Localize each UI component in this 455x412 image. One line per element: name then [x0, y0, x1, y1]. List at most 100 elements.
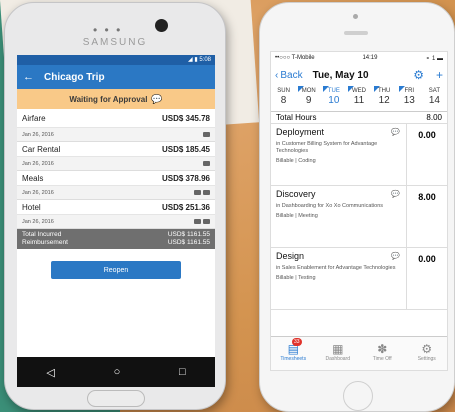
entry-hours[interactable]: 8.00 [407, 186, 447, 247]
iphone: ••○○○ T-Mobile 14:19 ⚬ 1 ▬ ‹ Back Tue, M… [259, 2, 455, 412]
day-sat[interactable]: SAT 14 [422, 86, 447, 111]
camera-icon [155, 19, 168, 32]
comment-icon[interactable]: 💬 [391, 190, 400, 198]
expense-date: Jan 26, 2016 [22, 131, 54, 138]
expense-amount: USD$ 185.45 [161, 144, 210, 154]
palm-tree-icon: ✽ [377, 342, 388, 356]
day-sun[interactable]: SUN 8 [271, 86, 296, 111]
day-thu[interactable]: THU 12 [372, 86, 397, 111]
expense-meta: Jan 26, 2016 [17, 157, 215, 171]
back-button[interactable]: ‹ Back [275, 70, 303, 81]
entry-tags: Billable | Testing [276, 275, 316, 281]
chat-icon[interactable]: 💬 [151, 94, 162, 105]
entry-name: Deployment [276, 127, 325, 137]
day-number: 13 [403, 95, 415, 106]
reimbursement-label: Reimbursement [22, 239, 68, 246]
recent-apps-icon[interactable]: □ [179, 366, 186, 378]
day-label: WED [351, 88, 366, 94]
time-entry[interactable]: Deployment in Customer Billing System fo… [271, 124, 447, 186]
expense-name: Airfare [22, 113, 46, 123]
day-wed[interactable]: WED 11 [346, 86, 371, 111]
signal-icon: ◢ ▮ [188, 57, 198, 63]
day-label: MON [301, 88, 316, 94]
time-entry[interactable]: Design in Sales Enablement for Advantage… [271, 248, 447, 310]
back-arrow-icon[interactable]: ← [23, 71, 34, 83]
expense-meta: Jan 26, 2016 [17, 186, 215, 200]
comment-icon[interactable]: 💬 [391, 252, 400, 260]
tab-bar: ▤ 33 Timesheets ▦ Dashboard ✽ Time Off ⚙… [271, 336, 448, 370]
day-mon[interactable]: MON 9 [296, 86, 321, 111]
banner-text: Waiting for Approval [69, 94, 148, 104]
day-fri[interactable]: FRI 13 [397, 86, 422, 111]
receipt-icon [203, 161, 210, 166]
comment-icon[interactable]: 💬 [391, 128, 400, 136]
entry-body: Design in Sales Enablement for Advantage… [271, 248, 407, 309]
expense-row[interactable]: Airfare USD$ 345.78 [17, 109, 215, 128]
total-incurred-value: USD$ 1161.55 [167, 231, 210, 238]
day-number: 10 [328, 95, 340, 106]
tab-label: Settings [417, 356, 436, 362]
day-number: 11 [353, 95, 365, 106]
total-hours-row: Total Hours 8.00 [271, 112, 447, 124]
expense-row[interactable]: Hotel USD$ 251.36 [17, 200, 215, 215]
speaker-grille [344, 31, 368, 35]
entry-name: Discovery [276, 189, 316, 199]
tab-label: Dashboard [325, 356, 350, 362]
time-entry[interactable]: Discovery in Dashboarding for Xo Xo Comm… [271, 186, 447, 248]
reopen-button[interactable]: Reopen [51, 261, 181, 279]
day-tue[interactable]: TUE 10 [321, 86, 346, 111]
expense-name: Hotel [22, 202, 41, 212]
timer-icon[interactable]: ⚙ [413, 68, 424, 82]
sensor-dots: • • • [93, 23, 123, 37]
date-title: Tue, May 10 [312, 69, 369, 81]
day-label: THU [377, 88, 391, 94]
back-nav-icon[interactable]: ◁ [46, 366, 54, 379]
receipt-icon [203, 132, 210, 137]
notification-badge: 33 [292, 338, 302, 346]
battery-icon: ⚬ 1 ▬ [425, 55, 443, 62]
day-number: 14 [428, 95, 440, 106]
status-time: 5:08 [199, 57, 211, 63]
entry-hours[interactable]: 0.00 [407, 248, 447, 309]
expense-name: Meals [22, 173, 44, 183]
app-header: ← Chicago Trip [17, 65, 215, 89]
total-hours-value: 8.00 [426, 113, 442, 122]
home-nav-icon[interactable]: ○ [114, 366, 121, 378]
camera-icon [203, 190, 210, 195]
front-camera-icon [353, 14, 358, 19]
expense-row[interactable]: Meals USD$ 378.96 [17, 171, 215, 186]
reimbursement-value: USD$ 1161.55 [167, 239, 210, 246]
tab-dashboard[interactable]: ▦ Dashboard [316, 337, 361, 370]
approval-banner: Waiting for Approval 💬 [17, 89, 215, 109]
iphone-home-button[interactable] [343, 381, 373, 411]
tab-timesheets[interactable]: ▤ 33 Timesheets [271, 337, 316, 370]
total-incurred-label: Total Incurred [22, 231, 62, 238]
entry-tags: Billable | Coding [276, 158, 316, 164]
tab-settings[interactable]: ⚙ Settings [405, 337, 448, 370]
entry-name: Design [276, 251, 305, 261]
android-phone: • • • SAMSUNG ◢ ▮ 5:08 ← Chicago Trip Wa… [4, 2, 226, 410]
ios-status-bar: ••○○○ T-Mobile 14:19 ⚬ 1 ▬ [271, 52, 447, 64]
expense-list: Airfare USD$ 345.78 Jan 26, 2016 Car Ren… [17, 109, 215, 229]
entry-hours[interactable]: 0.00 [407, 124, 447, 185]
expense-amount: USD$ 251.36 [161, 202, 210, 212]
day-number: 8 [280, 95, 287, 106]
iphone-screen: ••○○○ T-Mobile 14:19 ⚬ 1 ▬ ‹ Back Tue, M… [270, 51, 448, 371]
receipt-icon [194, 219, 201, 224]
entry-body: Deployment in Customer Billing System fo… [271, 124, 407, 185]
day-label: SUN [277, 88, 290, 94]
expense-meta: Jan 26, 2016 [17, 128, 215, 142]
carrier-text: ••○○○ T-Mobile [275, 55, 315, 61]
entry-description: in Dashboarding for Xo Xo Communications [276, 203, 384, 209]
android-home-button[interactable] [87, 390, 145, 407]
expense-name: Car Rental [22, 144, 61, 154]
day-label: SAT [428, 88, 441, 94]
add-button[interactable]: + [436, 68, 443, 82]
android-screen: ◢ ▮ 5:08 ← Chicago Trip Waiting for Appr… [17, 55, 215, 387]
receipt-icon [194, 190, 201, 195]
entry-tags: Billable | Meeting [276, 213, 318, 219]
phone-brand: SAMSUNG [82, 37, 148, 48]
expense-row[interactable]: Car Rental USD$ 185.45 [17, 142, 215, 157]
day-label: TUE [327, 88, 340, 94]
tab-time-off[interactable]: ✽ Time Off [360, 337, 405, 370]
